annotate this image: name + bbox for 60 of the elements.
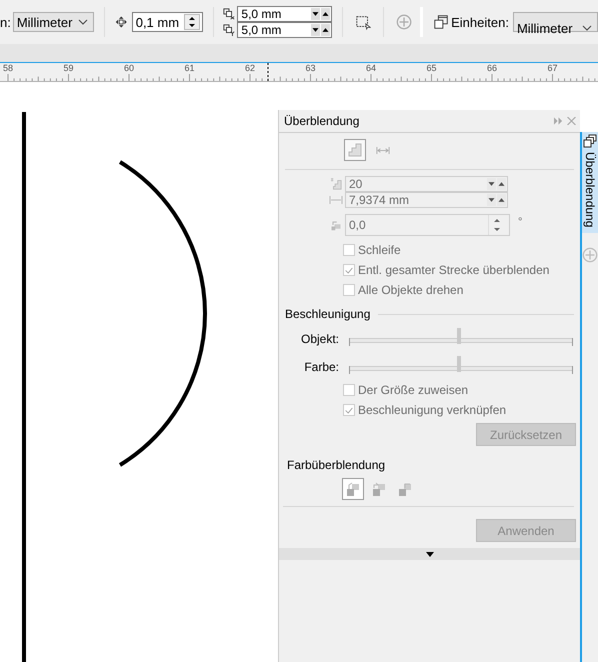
- ruler-label: 59: [64, 63, 74, 73]
- blend-icon: [583, 134, 597, 148]
- steps-mode-button[interactable]: [344, 139, 366, 161]
- slider-thumb[interactable]: [456, 328, 461, 344]
- panel-title: Überblendung: [284, 114, 360, 128]
- clockwise-blend-icon: [371, 481, 387, 497]
- duplicate-x-icon: [223, 8, 236, 20]
- steps-field[interactable]: 20: [345, 176, 508, 192]
- ruler-label: 58: [3, 63, 14, 73]
- units-label: Einheiten:: [451, 14, 509, 30]
- section-title: Farbüberblendung: [287, 458, 386, 472]
- ruler-label: 64: [366, 63, 376, 73]
- close-icon[interactable]: [567, 117, 576, 125]
- spacing-icon: [329, 194, 343, 206]
- docker-tab[interactable]: Überblendung: [582, 132, 598, 234]
- units-label: n:: [0, 14, 11, 30]
- section-title: Beschleunigung: [285, 307, 370, 321]
- cursor-marker: [267, 63, 269, 81]
- checkbox-label: Schleife: [358, 243, 401, 257]
- add-icon[interactable]: [582, 247, 598, 264]
- expand-icon[interactable]: [554, 117, 563, 125]
- spin-buttons[interactable]: [184, 14, 200, 30]
- counterclockwise-blend-icon: [397, 481, 413, 497]
- ruler-label: 63: [306, 63, 316, 73]
- degree-unit: °: [518, 216, 522, 228]
- duplicate-y-icon: [223, 24, 236, 36]
- spacing-field[interactable]: 7,9374 mm: [345, 192, 508, 208]
- slider-label: Objekt:: [300, 332, 340, 346]
- rotate-icon: [329, 219, 343, 231]
- ruler-label: 67: [548, 63, 558, 73]
- color-mode-button[interactable]: [342, 478, 364, 500]
- checkbox-label: Der Größe zuweisen: [358, 383, 468, 397]
- steps-icon: [329, 178, 343, 190]
- checkbox-label: Alle Objekte drehen: [358, 283, 464, 297]
- ruler-label: 60: [124, 63, 134, 73]
- slider-thumb[interactable]: [456, 356, 461, 372]
- ruler-label: 62: [245, 63, 256, 73]
- dropdown-arrow-icon: [426, 552, 434, 556]
- chevron-icon: [78, 19, 88, 25]
- slider-track[interactable]: [349, 356, 573, 374]
- spacing-mode-icon[interactable]: [376, 146, 390, 154]
- duplicate-y-field[interactable]: 5,0 mm: [237, 22, 332, 38]
- slider-label: Farbe:: [303, 360, 340, 374]
- rotation-field[interactable]: 0,0: [345, 214, 510, 236]
- nudge-field[interactable]: 0,1 mm: [132, 12, 203, 32]
- duplicate-x-field[interactable]: 5,0 mm: [237, 6, 332, 22]
- windows-icon[interactable]: [433, 13, 450, 31]
- select-frame-icon[interactable]: [355, 13, 372, 31]
- ruler-label: 65: [426, 63, 437, 73]
- move-icon: [115, 15, 128, 29]
- ruler-label: 66: [487, 63, 498, 73]
- checkbox-label: Entl. gesamter Strecke überblenden: [358, 263, 550, 277]
- steps-icon: [347, 142, 363, 158]
- ruler-label: 61: [184, 63, 195, 73]
- units-dropdown[interactable]: Millimeter: [512, 12, 598, 32]
- direct-blend-icon: [345, 481, 361, 497]
- units-dropdown[interactable]: Millimeter: [12, 12, 94, 32]
- chevron-icon: [582, 25, 592, 31]
- checkbox-label: Beschleunigung verknüpfen: [358, 403, 506, 417]
- slider-track[interactable]: [349, 328, 573, 346]
